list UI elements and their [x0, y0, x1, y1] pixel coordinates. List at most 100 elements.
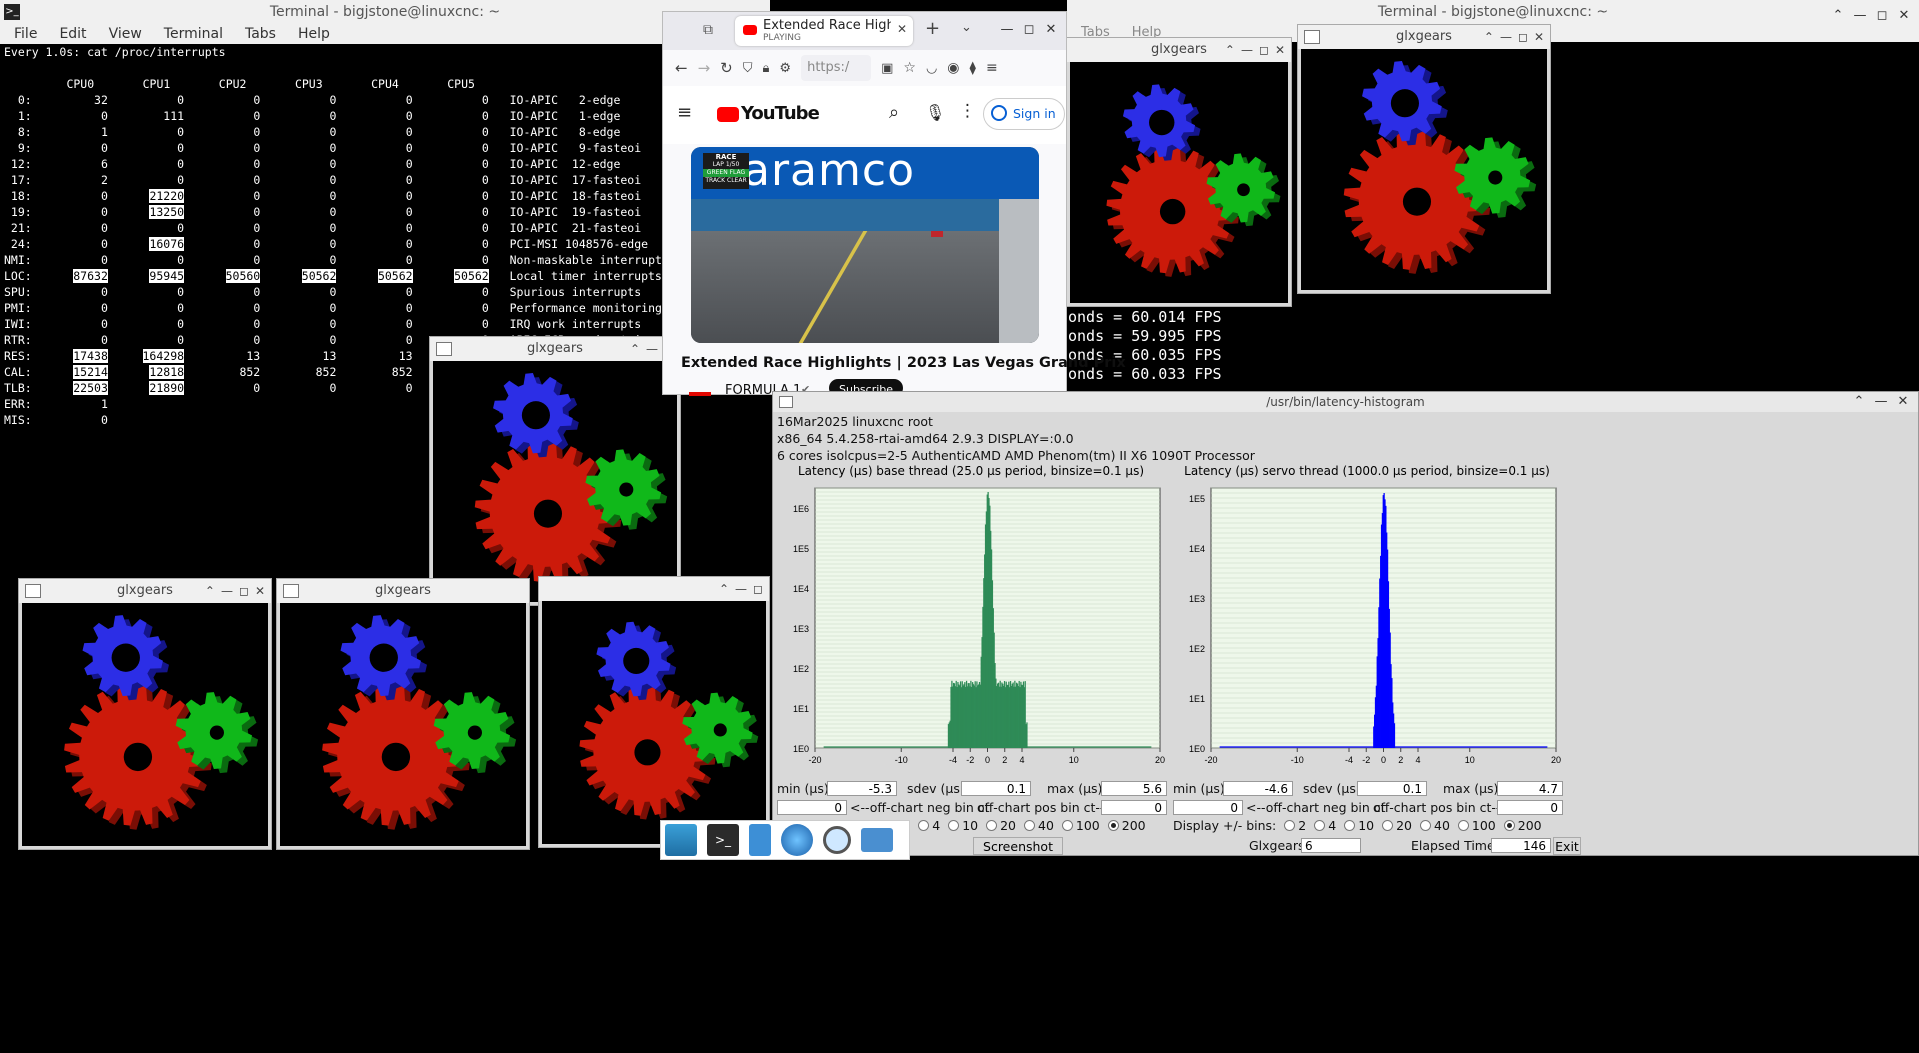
microphone-icon[interactable]: 🎙︎ — [925, 103, 945, 122]
glxgears-titlebar[interactable]: glxgears⌃—◻ — [430, 337, 680, 361]
y-tick-label: 1E2 — [1189, 644, 1205, 654]
tab-youtube[interactable]: Extended Race Highlight PLAYING ✕ — [735, 16, 913, 46]
base-bins-radio-40[interactable] — [1024, 820, 1035, 831]
close-icon[interactable]: ✕ — [1894, 392, 1912, 412]
account-icon[interactable]: ◉ — [947, 60, 959, 76]
reload-icon[interactable]: ↻ — [720, 59, 733, 77]
histogram-titlebar[interactable]: /usr/bin/latency-histogram ⌃ — ✕ — [773, 392, 1918, 412]
minimize-icon[interactable]: ⌃ — [1225, 38, 1235, 62]
maximize-icon[interactable]: — — [221, 579, 233, 603]
yt-menu-icon[interactable]: ≡ — [677, 102, 692, 123]
more-options-icon[interactable]: ⋮ — [959, 101, 976, 121]
chevron-down-icon[interactable]: ⌄ — [961, 20, 972, 35]
maximize-icon[interactable]: — — [735, 577, 747, 601]
desktop-icon[interactable] — [665, 824, 697, 856]
tab-overview-icon[interactable]: ⧉ — [703, 22, 713, 38]
base-bins-radio-20[interactable] — [986, 820, 998, 831]
close-icon[interactable]: ✕ — [1275, 38, 1285, 62]
exit-button[interactable]: Exit — [1553, 837, 1581, 855]
minimize-icon[interactable]: — — [998, 22, 1016, 37]
glxgears-titlebar[interactable]: ⌃ — ◻ — [539, 577, 769, 601]
servo-bins-radio-100[interactable] — [1457, 820, 1469, 831]
base-bins-radio-4[interactable] — [918, 820, 930, 831]
pip-icon[interactable]: ▣ — [881, 61, 893, 76]
youtube-logo-text[interactable]: YouTube — [741, 103, 820, 124]
cpu-count: 0 — [481, 141, 489, 155]
minimize-icon[interactable]: ⌃ — [1484, 25, 1494, 49]
close-icon[interactable]: ✕ — [1534, 25, 1544, 49]
minimize-icon[interactable]: ⌃ — [205, 579, 215, 603]
gears-graphic — [64, 615, 259, 830]
minimize-icon[interactable]: ⌃ — [1850, 392, 1868, 412]
base-bins-radio-200[interactable] — [1107, 820, 1119, 831]
base-min-value: -5.3 — [827, 781, 897, 796]
maximize-icon[interactable]: — — [1500, 25, 1512, 49]
menu-edit[interactable]: Edit — [59, 24, 86, 44]
folder-icon[interactable] — [861, 828, 893, 852]
glxgears-count[interactable]: 6 — [1301, 838, 1361, 853]
maximize-icon[interactable]: — — [1872, 392, 1890, 412]
menu-file[interactable]: File — [14, 24, 37, 44]
channel-avatar-icon[interactable] — [689, 392, 711, 396]
close-icon[interactable]: ✕ — [1042, 22, 1060, 37]
close-tab-icon[interactable]: ✕ — [897, 22, 907, 36]
minimize-icon[interactable]: ⌃ — [719, 577, 729, 601]
cpu-count: 0 — [253, 173, 261, 187]
restore-icon[interactable]: ◻ — [1259, 38, 1269, 62]
sign-in-button[interactable]: Sign in — [983, 98, 1065, 130]
forward-icon[interactable]: → — [698, 59, 711, 77]
glxgears-titlebar[interactable]: glxgears — [277, 579, 529, 603]
terminal-app-icon[interactable]: >_ — [707, 824, 739, 856]
glxgears-title: glxgears — [375, 583, 431, 598]
servo-bins-radio-2[interactable] — [1284, 820, 1296, 831]
restore-icon[interactable]: ◻ — [1518, 25, 1528, 49]
menu-help[interactable]: Help — [298, 24, 330, 44]
glxgears-titlebar[interactable]: glxgears ⌃ — ◻ ✕ — [1298, 25, 1550, 49]
maximize-icon[interactable]: ◻ — [1020, 22, 1038, 37]
maximize-icon[interactable]: — — [1241, 38, 1253, 62]
permissions-icon[interactable]: ⚙ — [779, 61, 791, 76]
terminal-titlebar[interactable]: >_ Terminal - bigjstone@linuxcnc: ~ — [0, 0, 770, 24]
back-icon[interactable]: ← — [675, 59, 688, 77]
video-thumbnail[interactable]: aramco RACE LAP 1/50 GREEN FLAG TRACK CL… — [691, 147, 1039, 343]
url-bar[interactable]: https:/ — [801, 55, 872, 81]
y-tick-label: 1E5 — [1189, 494, 1205, 504]
video-title[interactable]: Extended Race Highlights | 2023 Las Vega… — [681, 355, 1126, 371]
servo-bins-radio-4[interactable] — [1314, 820, 1326, 831]
menu-view[interactable]: View — [109, 24, 142, 44]
pocket-icon[interactable]: ◡ — [926, 61, 937, 76]
terminal-right-titlebar[interactable]: Terminal - bigjstone@linuxcnc: ~ ⌃ — ◻ ✕ — [1067, 0, 1919, 24]
search-app-icon[interactable] — [823, 826, 851, 854]
web-browser-icon[interactable] — [781, 824, 813, 856]
search-icon[interactable]: ⌕ — [889, 102, 899, 123]
servo-bins-radio-200[interactable] — [1503, 820, 1515, 831]
servo-bins-radio-40[interactable] — [1420, 820, 1431, 831]
interrupt-row: IWI: 0 0 0 0 0 0 IRQ work interrupts — [4, 316, 664, 332]
terminal-output[interactable]: Every 1.0s: cat /proc/interrupts CPU0 CP… — [4, 44, 770, 427]
screenshot-button[interactable]: Screenshot — [973, 837, 1063, 855]
restore-icon[interactable]: ◻ — [753, 577, 763, 601]
file-manager-icon[interactable] — [749, 824, 771, 856]
cpu-count: 0 — [177, 93, 185, 107]
irq-id: 21: — [4, 221, 32, 235]
youtube-logo-icon[interactable] — [717, 107, 739, 122]
shield-icon: ⛉ — [742, 60, 753, 76]
menu-tabs[interactable]: Tabs — [245, 24, 276, 44]
base-bins-radio-100[interactable] — [1061, 820, 1073, 831]
bookmark-star-icon[interactable]: ☆ — [903, 60, 916, 76]
glxgears-titlebar[interactable]: glxgears ⌃ — ◻ ✕ — [19, 579, 271, 603]
minimize-icon[interactable]: ⌃ — [630, 337, 640, 361]
menu-terminal[interactable]: Terminal — [164, 24, 223, 44]
hamburger-menu-icon[interactable]: ≡ — [986, 60, 998, 76]
cpu-count: 0 — [405, 205, 413, 219]
servo-bins-radio-20[interactable] — [1382, 820, 1394, 831]
servo-bins-radio-10[interactable] — [1344, 820, 1356, 831]
restore-icon[interactable]: ◻ — [239, 579, 249, 603]
close-icon[interactable]: ✕ — [255, 579, 265, 603]
extensions-icon[interactable]: ⧫ — [970, 61, 976, 76]
base-bins-radio-10[interactable] — [948, 820, 960, 831]
glxgears-titlebar[interactable]: glxgears ⌃ — ◻ ✕ — [1067, 38, 1291, 62]
badge-lap: LAP 1/50 — [712, 161, 740, 168]
maximize-icon[interactable]: — — [646, 337, 658, 361]
new-tab-icon[interactable]: + — [925, 18, 940, 39]
